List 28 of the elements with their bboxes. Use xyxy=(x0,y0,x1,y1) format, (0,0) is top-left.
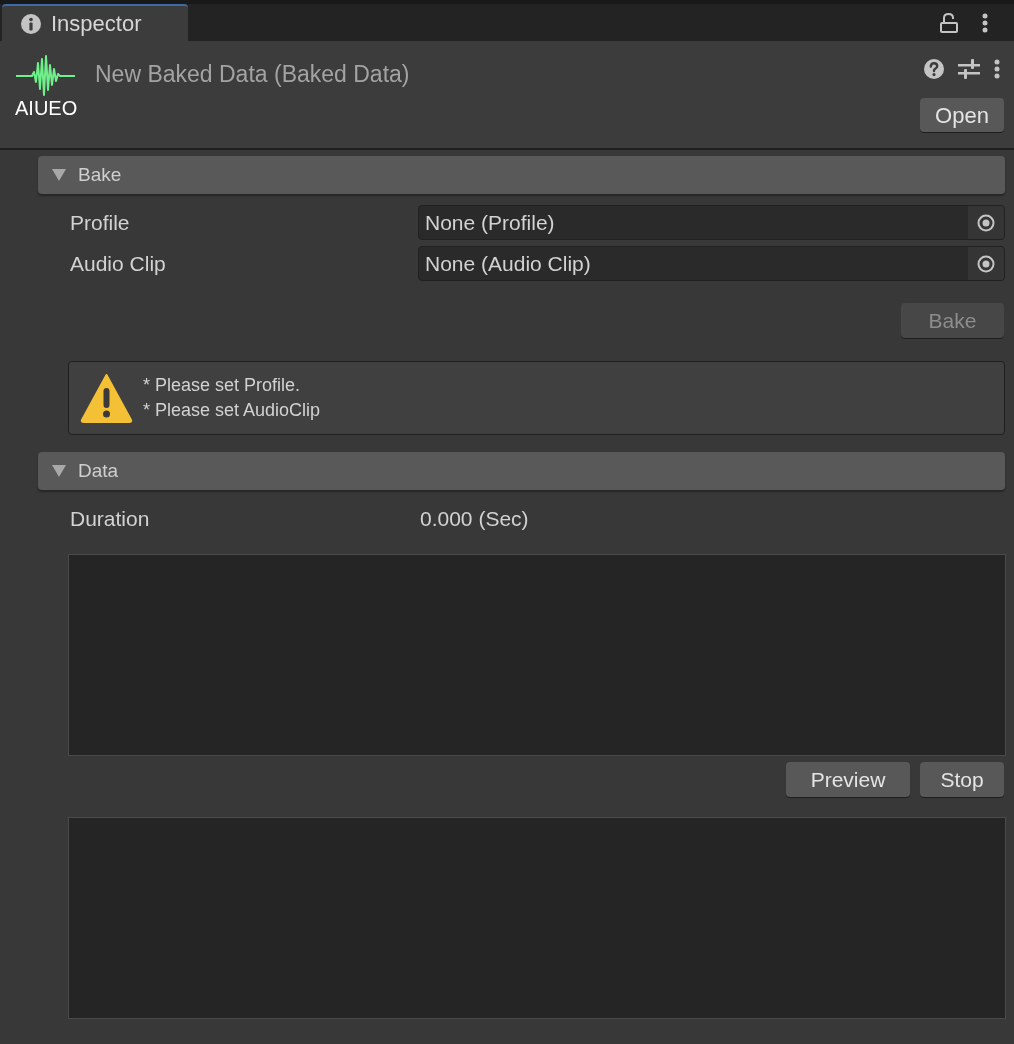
target-icon[interactable] xyxy=(977,254,995,273)
warning-text: * Please set Profile. xyxy=(143,374,302,397)
field-label: Duration xyxy=(69,505,151,532)
warning-icon xyxy=(80,373,133,423)
more-menu-icon[interactable] xyxy=(994,59,1000,79)
warning-text: * Please set AudioClip xyxy=(143,399,321,422)
caret-icon xyxy=(52,464,66,478)
button[interactable]: Stop xyxy=(920,762,1004,797)
open-button[interactable]: Open xyxy=(920,98,1004,132)
foldout-header[interactable]: Data xyxy=(38,452,1005,490)
field-value: 0.000 (Sec) xyxy=(420,505,529,532)
object-field[interactable]: None (Profile) xyxy=(418,205,1005,240)
waveform-icon xyxy=(15,55,76,97)
asset-title: New Baked Data (Baked Data) xyxy=(95,61,410,87)
button[interactable]: Preview xyxy=(786,762,910,797)
logo-text: AIUEO xyxy=(15,98,78,118)
padlock-icon[interactable] xyxy=(940,12,958,33)
inspector-tab[interactable]: Inspector xyxy=(2,4,188,41)
field-label: Profile xyxy=(69,209,131,236)
help-icon[interactable] xyxy=(924,59,944,79)
sliders-icon[interactable] xyxy=(958,59,980,79)
foldout-header[interactable]: Bake xyxy=(38,156,1005,194)
caret-icon xyxy=(52,168,66,182)
info-icon xyxy=(21,13,41,34)
target-icon[interactable] xyxy=(977,213,995,232)
object-field[interactable]: None (Audio Clip) xyxy=(418,246,1005,281)
field-label: Audio Clip xyxy=(69,250,167,277)
more-menu-icon[interactable] xyxy=(982,12,988,33)
